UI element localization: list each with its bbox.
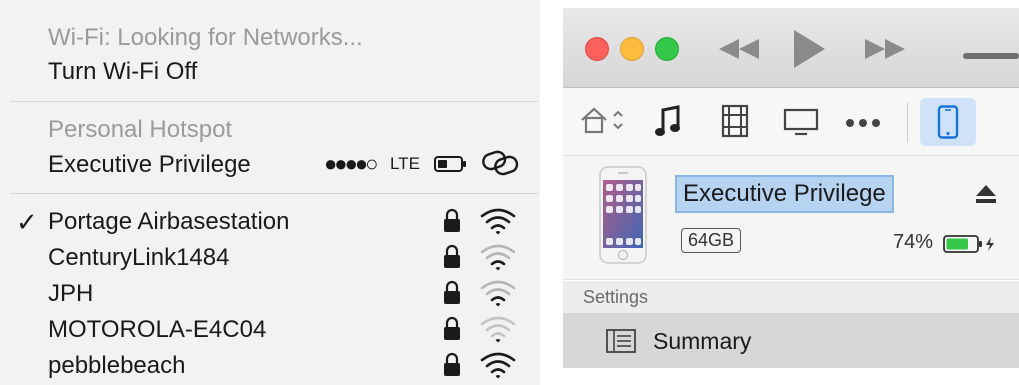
wifi-menu: Wi-Fi: Looking for Networks... Turn Wi-F… [0,0,540,385]
wifi-full-signal-icon [480,352,516,379]
lock-icon [444,280,460,304]
selected-checkmark: ✓ [16,207,38,237]
movies-icon[interactable] [721,104,749,138]
settings-section-header: Settings [563,281,1019,313]
turn-wifi-off-item[interactable]: Turn Wi-Fi Off [48,58,197,86]
home-icon[interactable] [579,104,627,136]
wifi-weak-signal-icon [480,244,516,271]
wifi-status-text: Wi-Fi: Looking for Networks... [48,24,363,51]
network-name[interactable]: pebblebeach [48,352,185,380]
capacity-badge: 64GB [681,228,742,253]
eject-icon[interactable] [975,184,997,204]
network-name[interactable]: CenturyLink1484 [48,244,229,272]
fast-forward-icon[interactable] [863,36,907,62]
sidebar-item-label: Summary [653,328,752,354]
minimize-button[interactable] [620,37,644,61]
play-icon[interactable] [791,28,827,70]
lock-icon [444,244,460,268]
lock-icon [444,208,460,232]
rewind-icon[interactable] [717,36,761,62]
battery-percentage: 74% [893,231,934,253]
lock-icon [444,352,460,376]
charging-battery-icon [943,235,994,253]
iphone-image [599,166,647,264]
list-icon [606,329,636,353]
menu-separator [10,101,538,102]
more-icon[interactable] [845,118,881,128]
network-name[interactable]: MOTOROLA-E4C04 [48,316,266,344]
close-button[interactable] [585,37,609,61]
wifi-full-signal-icon [480,208,516,235]
iphone-icon [937,105,959,139]
hotspot-battery-icon [434,156,466,172]
device-summary-header: Executive Privilege 64GB 74% [563,156,1019,280]
volume-slider[interactable] [963,53,1019,59]
media-toolbar [563,88,1019,156]
tv-icon[interactable] [783,108,819,136]
network-name[interactable]: JPH [48,280,93,308]
hotspot-item-name[interactable]: Executive Privilege [48,151,251,179]
network-name[interactable]: Portage Airbasestation [48,208,290,236]
toolbar-divider [907,102,908,142]
network-type-label: LTE [390,154,420,173]
sidebar-item-summary[interactable]: Summary [563,313,1019,368]
device-button[interactable] [920,98,976,146]
lock-icon [444,316,460,340]
personal-hotspot-header: Personal Hotspot [48,116,233,143]
wifi-weak-signal-icon [480,280,516,307]
menu-separator [10,193,538,194]
wifi-very-weak-signal-icon [480,316,516,343]
title-bar [563,8,1019,88]
itunes-window: Executive Privilege 64GB 74% Settings Su… [563,0,1019,385]
device-name-field[interactable]: Executive Privilege [675,175,894,213]
zoom-button[interactable] [655,37,679,61]
cellular-signal-icon: ●●●●○ [324,151,378,176]
music-icon[interactable] [655,104,681,138]
link-icon [482,150,519,176]
